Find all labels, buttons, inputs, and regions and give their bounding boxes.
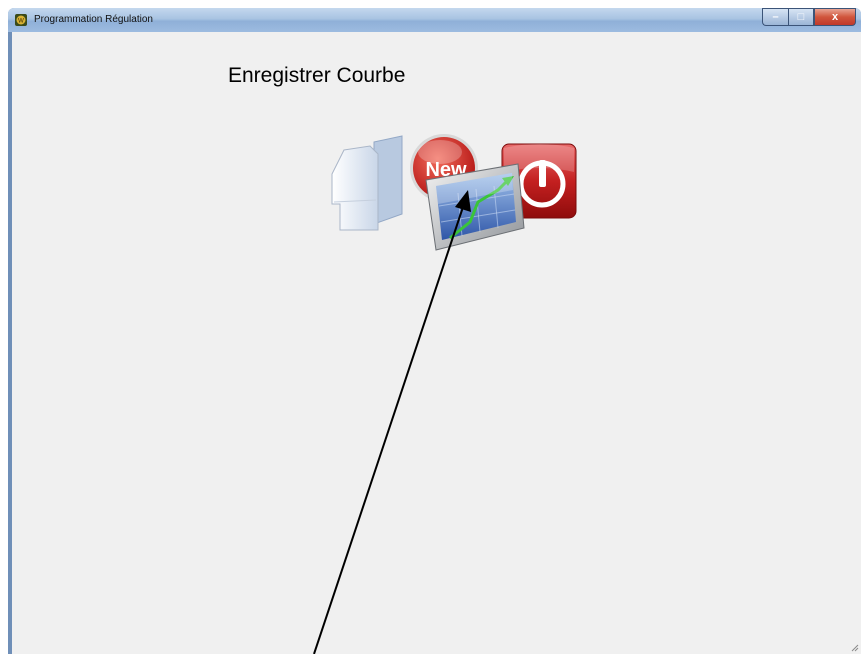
app-icon: W (15, 14, 27, 26)
application-window: W Programmation Régulation – □ x Enregis… (8, 8, 861, 654)
client-area: Enregistrer Courbe New (12, 32, 861, 654)
curve-chart-icon[interactable] (422, 158, 526, 254)
maximize-button[interactable]: □ (788, 8, 814, 26)
resize-grip[interactable] (849, 642, 859, 652)
window-controls: – □ x (762, 8, 856, 26)
window-title: Programmation Régulation (34, 14, 153, 25)
minimize-icon: – (772, 11, 779, 23)
close-button[interactable]: x (814, 8, 856, 26)
open-folder-icon[interactable] (330, 134, 406, 234)
page-title: Enregistrer Courbe (228, 64, 406, 87)
minimize-button[interactable]: – (762, 8, 788, 26)
maximize-icon: □ (797, 11, 805, 23)
svg-text:W: W (18, 19, 24, 25)
title-bar[interactable]: W Programmation Régulation – □ x (8, 8, 861, 32)
close-icon: x (831, 11, 839, 23)
